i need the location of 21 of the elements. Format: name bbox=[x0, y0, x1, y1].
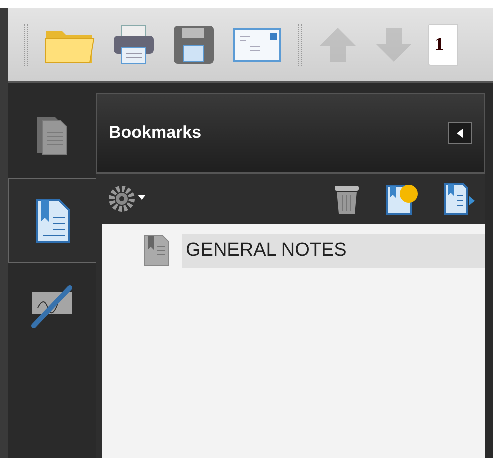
pages-icon bbox=[35, 114, 69, 156]
collapse-button[interactable] bbox=[448, 122, 472, 144]
bookmark-page-icon bbox=[34, 198, 70, 244]
panel-title: Bookmarks bbox=[109, 122, 202, 144]
delete-button[interactable] bbox=[333, 183, 361, 215]
page-number-field[interactable]: 1 bbox=[428, 24, 458, 66]
bookmark-star-icon bbox=[385, 182, 419, 216]
bookmark-icon bbox=[144, 235, 170, 267]
bookmark-arrow-icon bbox=[443, 182, 477, 216]
bookmark-item[interactable]: GENERAL NOTES bbox=[182, 234, 485, 268]
trash-can-icon bbox=[333, 183, 361, 215]
down-arrow-icon bbox=[374, 26, 414, 64]
up-arrow-icon bbox=[318, 26, 358, 64]
printer-icon bbox=[112, 24, 156, 66]
export-bookmark-button[interactable] bbox=[443, 182, 477, 216]
bookmark-tab[interactable] bbox=[8, 178, 96, 263]
collapse-icon bbox=[457, 128, 463, 138]
new-bookmark-button[interactable] bbox=[385, 182, 419, 216]
gear-icon bbox=[108, 185, 148, 213]
signature-pen-icon bbox=[30, 284, 74, 328]
options-button[interactable] bbox=[108, 185, 148, 213]
